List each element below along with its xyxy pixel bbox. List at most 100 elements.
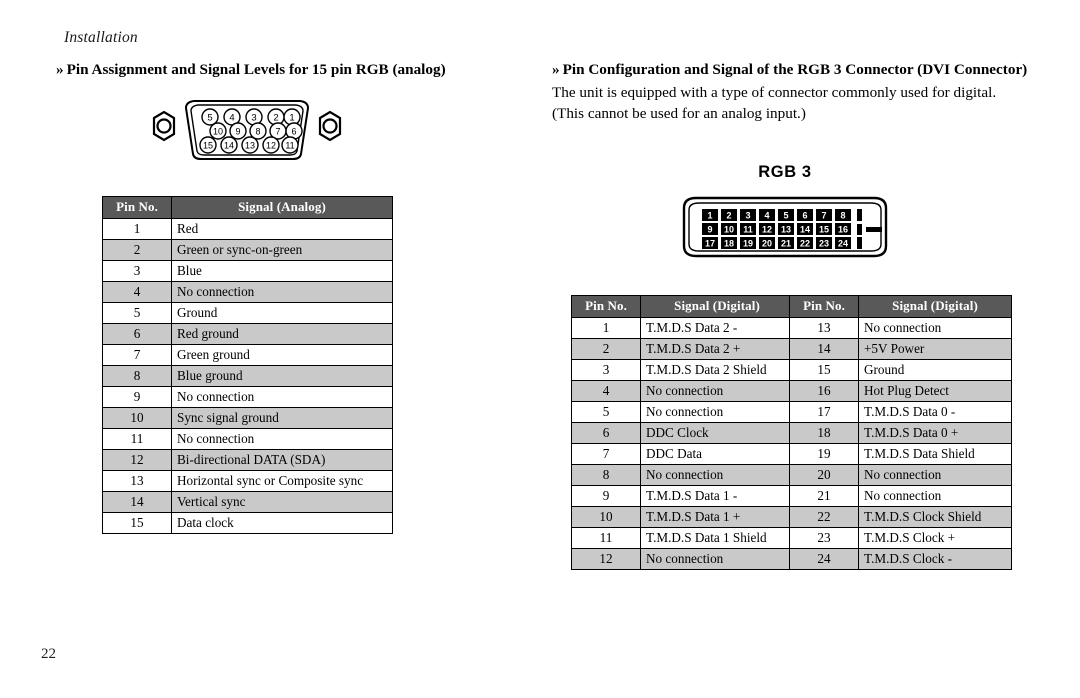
table-row: 8 No connection (571, 464, 794, 486)
cell-pin-no: 16 (789, 380, 859, 402)
cell-pin-no: 18 (789, 422, 859, 444)
cell-pin-no: 22 (789, 506, 859, 528)
table-row: 1 T.M.D.S Data 2 - (571, 317, 794, 339)
table-row: 18 T.M.D.S Data 0 + (789, 422, 1012, 444)
cell-signal: No connection (640, 380, 794, 402)
table-row: 16 Hot Plug Detect (789, 380, 1012, 402)
svg-text:1: 1 (289, 113, 294, 124)
svg-text:3: 3 (745, 211, 750, 221)
cell-pin-no: 17 (789, 401, 859, 423)
cell-pin-no: 10 (571, 506, 641, 528)
column-header-pin-no: Pin No. (102, 196, 172, 219)
cell-signal: T.M.D.S Data 1 + (640, 506, 794, 528)
table-row: 24 T.M.D.S Clock - (789, 548, 1012, 570)
table-row: 6 Red ground (102, 323, 393, 345)
cell-pin-no: 7 (102, 344, 172, 366)
cell-signal: +5V Power (858, 338, 1012, 360)
cell-signal: Ground (171, 302, 393, 324)
cell-signal: T.M.D.S Data 0 + (858, 422, 1012, 444)
table-row: 10 Sync signal ground (102, 407, 393, 429)
cell-signal: Red ground (171, 323, 393, 345)
cell-signal: Sync signal ground (171, 407, 393, 429)
svg-text:13: 13 (245, 140, 255, 150)
cell-pin-no: 14 (102, 491, 172, 513)
cell-pin-no: 15 (789, 359, 859, 381)
cell-pin-no: 11 (571, 527, 641, 549)
cell-pin-no: 9 (571, 485, 641, 507)
table-header-row: Pin No. Signal (Digital) (789, 295, 1012, 318)
table-row: 7 DDC Data (571, 443, 794, 465)
svg-text:6: 6 (291, 126, 296, 136)
svg-text:7: 7 (821, 211, 826, 221)
svg-text:13: 13 (781, 225, 791, 235)
table-row: 4 No connection (571, 380, 794, 402)
svg-text:3: 3 (251, 113, 256, 124)
analog-pin-assignment-table: Pin No. Signal (Analog) 1 Red 2 Green or sy… (102, 196, 393, 534)
cell-signal: Green or sync-on-green (171, 239, 393, 261)
column-header-pin-no: Pin No. (571, 295, 641, 318)
left-section-heading-text: Pin Assignment and Signal Levels for 15 … (66, 61, 446, 78)
cell-pin-no: 8 (571, 464, 641, 486)
digital-pin-table-13-24: Pin No. Signal (Digital) 13 No connection… (789, 295, 1012, 570)
vga-connector-svg: 5 4 3 2 1 10 9 8 7 6 15 14 13 12 11 (152, 100, 342, 160)
cell-signal: T.M.D.S Clock + (858, 527, 1012, 549)
table-row: 9 T.M.D.S Data 1 - (571, 485, 794, 507)
table-row: 19 T.M.D.S Data Shield (789, 443, 1012, 465)
cell-pin-no: 7 (571, 443, 641, 465)
cell-pin-no: 13 (102, 470, 172, 492)
table-row: 20 No connection (789, 464, 1012, 486)
guillemet-marker: » (56, 61, 64, 78)
svg-text:21: 21 (781, 239, 791, 249)
table-row: 3 Blue (102, 260, 393, 282)
cell-signal: Vertical sync (171, 491, 393, 513)
digital-pin-table-1-12: Pin No. Signal (Digital) 1 T.M.D.S Data 2… (571, 295, 794, 570)
table-row: 5 No connection (571, 401, 794, 423)
cell-signal: Data clock (171, 512, 393, 534)
table-row: 21 No connection (789, 485, 1012, 507)
cell-signal: No connection (640, 548, 794, 570)
svg-text:20: 20 (762, 239, 772, 249)
svg-text:19: 19 (743, 239, 753, 249)
table-row: 1 Red (102, 218, 393, 240)
cell-pin-no: 6 (102, 323, 172, 345)
svg-text:15: 15 (203, 140, 213, 150)
cell-signal: T.M.D.S Data 1 - (640, 485, 794, 507)
cell-pin-no: 3 (102, 260, 172, 282)
dvi-connector-svg: 1 2 3 4 5 6 7 8 9 10 11 12 13 14 15 16 1… (682, 196, 888, 258)
table-row: 17 T.M.D.S Data 0 - (789, 401, 1012, 423)
table-row: 3 T.M.D.S Data 2 Shield (571, 359, 794, 381)
running-head: Installation (64, 29, 138, 46)
cell-signal: T.M.D.S Clock - (858, 548, 1012, 570)
svg-text:8: 8 (840, 211, 845, 221)
cell-pin-no: 20 (789, 464, 859, 486)
svg-text:22: 22 (800, 239, 810, 249)
table-row: 10 T.M.D.S Data 1 + (571, 506, 794, 528)
table-row: 8 Blue ground (102, 365, 393, 387)
cell-pin-no: 2 (102, 239, 172, 261)
cell-pin-no: 1 (571, 317, 641, 339)
cell-signal: Blue (171, 260, 393, 282)
cell-signal: Red (171, 218, 393, 240)
right-section-heading: » Pin Configuration and Signal of the RGB… (552, 60, 1030, 79)
vga-screw-post-right (318, 110, 342, 142)
svg-text:15: 15 (819, 225, 829, 235)
cell-signal: T.M.D.S Data 1 Shield (640, 527, 794, 549)
svg-text:4: 4 (764, 211, 769, 221)
svg-text:4: 4 (229, 113, 234, 124)
table-row: 13 No connection (789, 317, 1012, 339)
table-row: 2 T.M.D.S Data 2 + (571, 338, 794, 360)
table-row: 11 T.M.D.S Data 1 Shield (571, 527, 794, 549)
cell-pin-no: 9 (102, 386, 172, 408)
left-section-heading: » Pin Assignment and Signal Levels for 15… (56, 60, 526, 79)
cell-pin-no: 8 (102, 365, 172, 387)
cell-signal: No connection (858, 317, 1012, 339)
guillemet-marker-right: » (552, 61, 560, 78)
cell-signal: Green ground (171, 344, 393, 366)
table-row: 15 Ground (789, 359, 1012, 381)
table-row: 7 Green ground (102, 344, 393, 366)
column-header-signal-analog: Signal (Analog) (171, 196, 393, 219)
svg-text:18: 18 (724, 239, 734, 249)
svg-text:7: 7 (275, 126, 280, 136)
svg-text:2: 2 (726, 211, 731, 221)
table-row: 14 +5V Power (789, 338, 1012, 360)
